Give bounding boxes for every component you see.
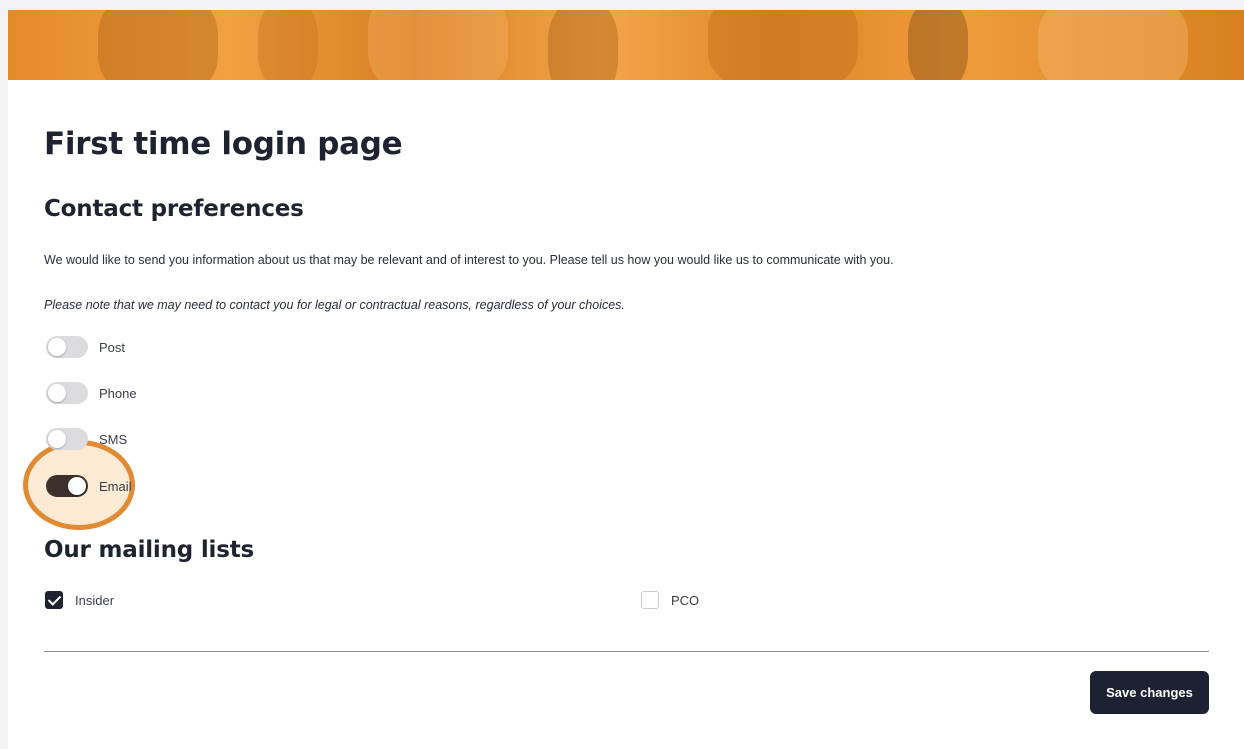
email-toggle[interactable]: [46, 475, 88, 497]
toggle-knob: [48, 338, 66, 356]
hero-banner: [8, 10, 1244, 80]
phone-toggle[interactable]: [46, 382, 88, 404]
insider-checkbox[interactable]: [45, 591, 63, 609]
banner-shape: [548, 10, 618, 80]
section-divider: [44, 651, 1209, 652]
email-toggle-label: Email: [99, 478, 132, 494]
toggle-row-post: Post: [46, 336, 125, 358]
post-toggle[interactable]: [46, 336, 88, 358]
sms-toggle[interactable]: [46, 428, 88, 450]
toggle-knob: [48, 384, 66, 402]
save-changes-button[interactable]: Save changes: [1090, 671, 1209, 714]
contact-intro-text: We would like to send you information ab…: [44, 253, 894, 267]
pco-checkbox-label: PCO: [671, 592, 700, 608]
page-container: First time login page Contact preference…: [8, 10, 1244, 749]
sms-toggle-label: SMS: [99, 431, 128, 447]
post-toggle-label: Post: [99, 339, 126, 355]
banner-shape: [908, 10, 968, 80]
toggle-knob: [68, 477, 86, 495]
contact-preferences-heading: Contact preferences: [44, 196, 304, 222]
toggle-row-phone: Phone: [46, 382, 137, 404]
banner-shape: [258, 10, 318, 80]
toggle-row-sms: SMS: [46, 428, 127, 450]
mailing-list-item-pco: PCO: [641, 590, 699, 610]
toggle-knob: [48, 430, 66, 448]
toggle-row-email: Email: [46, 475, 132, 497]
banner-shape: [708, 10, 858, 80]
banner-shape: [98, 10, 218, 80]
banner-shape: [1038, 10, 1188, 80]
pco-checkbox[interactable]: [641, 591, 659, 609]
mailing-lists-heading: Our mailing lists: [44, 537, 255, 563]
page-title: First time login page: [44, 126, 403, 162]
insider-checkbox-label: Insider: [75, 592, 115, 608]
banner-shape: [368, 10, 508, 80]
mailing-list-item-insider: Insider: [45, 590, 114, 610]
contact-note-text: Please note that we may need to contact …: [44, 298, 625, 312]
phone-toggle-label: Phone: [99, 385, 137, 401]
